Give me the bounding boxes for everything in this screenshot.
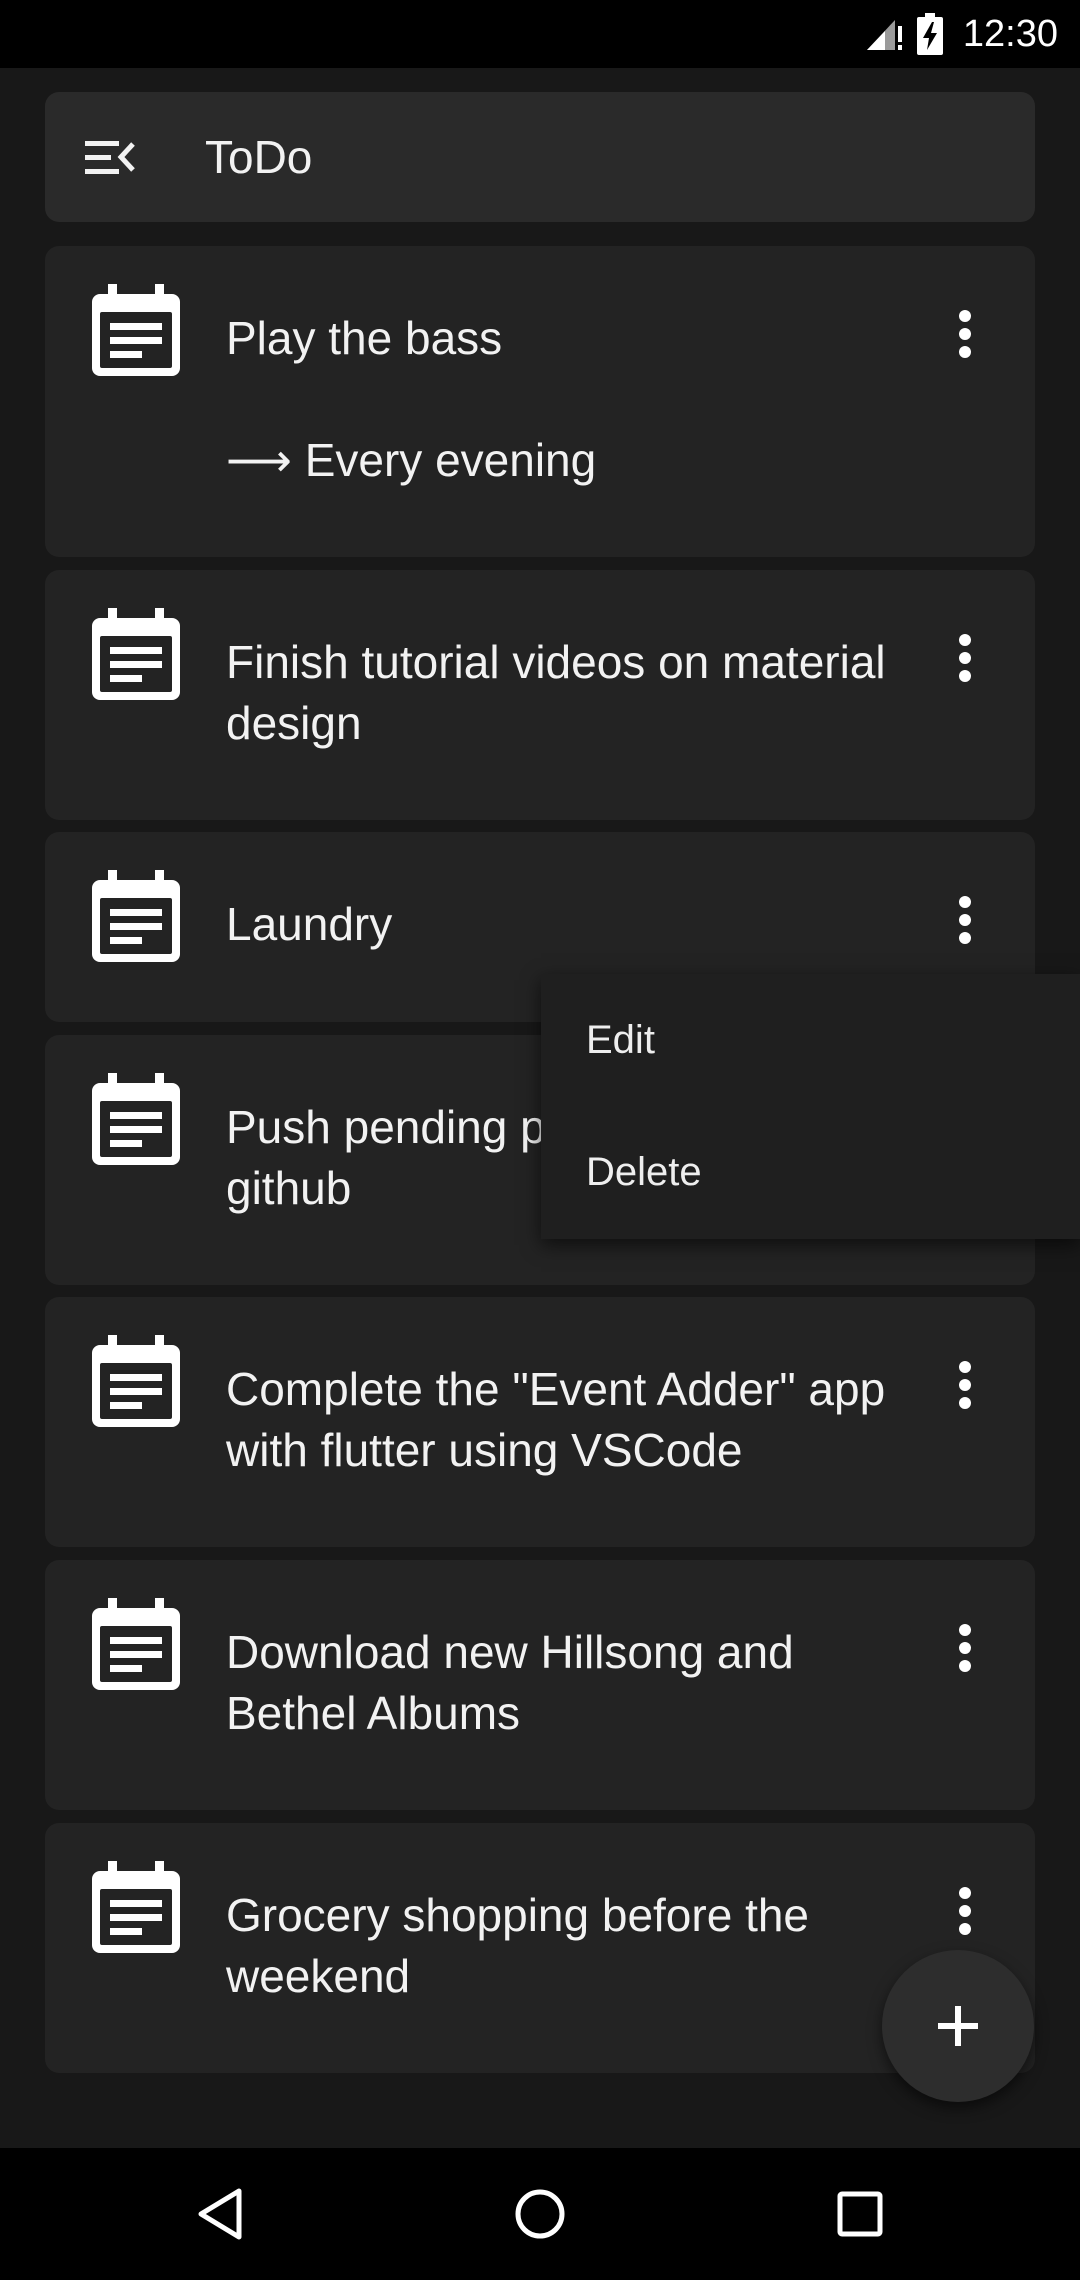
task-recurrence: ⟶ Every evening [226,434,597,486]
calendar-note-icon [92,1073,180,1165]
task-title-line2: github [226,1162,352,1214]
calendar-note-icon [92,284,180,376]
task-title: Complete the "Event Adder" app with flut… [226,1363,886,1476]
delete-menu-item[interactable]: Delete [541,1106,1080,1238]
more-vert-icon [959,1361,971,1409]
more-options-button[interactable] [925,1608,1005,1688]
more-options-button[interactable] [925,618,1005,698]
signal-icon [866,20,902,50]
clock: 12:30 [962,12,1058,55]
edit-menu-item[interactable]: Edit [541,974,1080,1106]
calendar-note-icon [92,1861,180,1953]
task-title: Grocery shopping before the weekend [226,1889,810,2002]
task-title: Play the bass [226,312,503,364]
more-options-button[interactable] [925,1345,1005,1425]
back-triangle-icon [198,2188,242,2240]
more-vert-icon [959,1624,971,1672]
more-vert-icon [959,896,971,944]
task-title: Download new Hillsong and Bethel Albums [226,1626,794,1739]
menu-open-icon [85,141,135,174]
calendar-note-icon [92,870,180,962]
app-bar: ToDo [45,92,1035,222]
task-title-line1: Push pending p [226,1101,546,1153]
task-card[interactable]: Download new Hillsong and Bethel Albums [45,1560,1035,1810]
more-options-button[interactable] [925,1871,1005,1951]
task-card[interactable]: Play the bass ⟶ Every evening [45,246,1035,557]
task-card[interactable]: Complete the "Event Adder" app with flut… [45,1297,1035,1547]
popup-menu: Edit Delete [541,974,1080,1239]
calendar-note-icon [92,1598,180,1690]
recents-button[interactable] [815,2174,905,2254]
home-circle-icon [515,2189,565,2239]
add-task-button[interactable] [882,1950,1034,2102]
task-title: Laundry [226,898,393,950]
more-options-button[interactable] [925,294,1005,374]
app-title: ToDo [205,131,313,183]
more-vert-icon [959,634,971,682]
calendar-note-icon [92,1335,180,1427]
battery-charging-icon [916,13,943,55]
task-card[interactable]: Finish tutorial videos on material desig… [45,570,1035,820]
plus-icon [938,2006,978,2046]
more-vert-icon [959,1887,971,1935]
menu-button[interactable] [45,92,175,222]
more-vert-icon [959,310,971,358]
status-bar: 12:30 [0,0,1080,68]
task-title: Finish tutorial videos on material desig… [226,636,886,749]
more-options-button[interactable] [925,880,1005,960]
calendar-note-icon [92,608,180,700]
recents-square-icon [837,2191,883,2237]
navigation-bar [0,2148,1080,2280]
home-button[interactable] [495,2174,585,2254]
back-button[interactable] [175,2174,265,2254]
